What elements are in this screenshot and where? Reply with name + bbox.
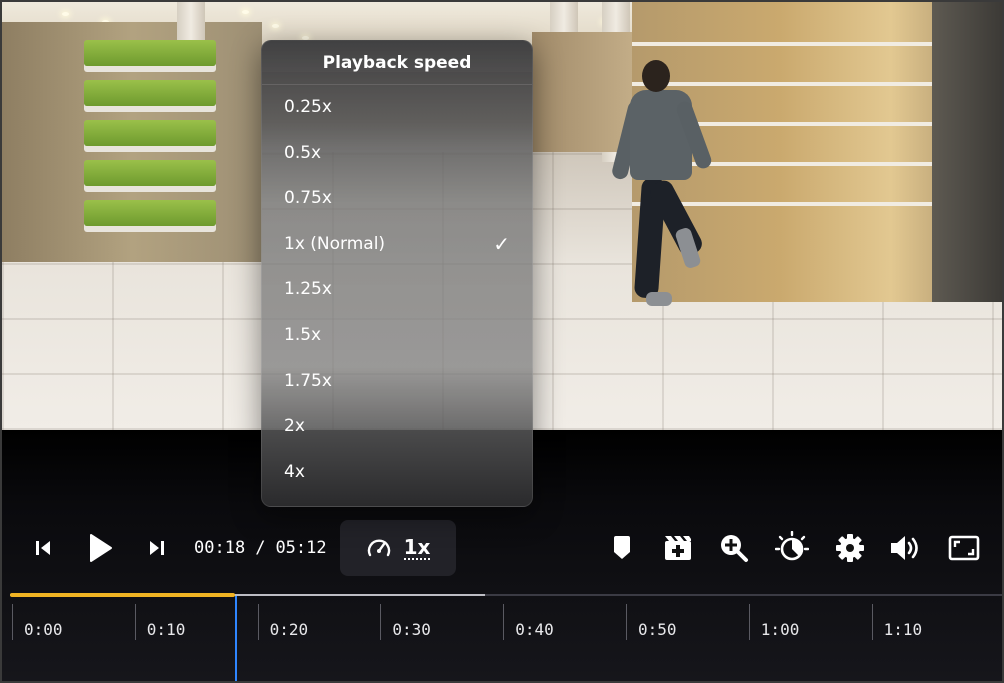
time-separator: / (255, 538, 266, 558)
speed-option-label: 2x (284, 416, 305, 437)
timeline-tick-label: 0:20 (269, 620, 309, 639)
speed-option[interactable]: 1x (Normal) ✓ (262, 222, 532, 268)
zoom-in-icon (721, 535, 748, 562)
video-player: Playback speed 0.25x 0.5x 0.75x 1x (Normal)… (0, 0, 1004, 683)
timeline-tick (626, 604, 627, 640)
gear-icon (836, 534, 864, 562)
timeline-tick (871, 604, 873, 640)
speed-option[interactable]: 0.75x (262, 176, 532, 222)
speed-option[interactable]: 2x (262, 404, 532, 450)
timeline-tick-label: 1:00 (760, 620, 800, 639)
check-icon: ✓ (493, 231, 510, 256)
step-forward-icon (150, 541, 164, 555)
play-button[interactable] (82, 528, 118, 568)
timeline-tick-label: 1:10 (883, 620, 923, 639)
time-display: 00:18 / 05:12 (194, 536, 327, 560)
timeline-tick (748, 604, 750, 640)
speed-option[interactable]: 1.5x (262, 313, 532, 359)
brightness-icon (775, 531, 809, 561)
video-running-person (610, 60, 720, 320)
zoom-button[interactable] (716, 530, 752, 566)
speed-option-label: 0.5x (284, 142, 322, 163)
speed-label: 1x (403, 535, 431, 560)
volume-icon (891, 536, 918, 560)
play-icon (90, 534, 112, 562)
speed-option[interactable]: 0.25x (262, 85, 532, 131)
speed-option[interactable]: 1.75x (262, 359, 532, 405)
played-bar (10, 593, 236, 597)
speed-option-label: 1x (Normal) (284, 233, 386, 254)
speed-option[interactable]: 1.25x (262, 267, 532, 313)
timeline-tick-label: 0:10 (146, 620, 186, 639)
speed-option-label: 1.75x (284, 370, 332, 391)
bookmark-button[interactable] (606, 530, 638, 566)
volume-button[interactable] (886, 530, 926, 566)
control-row: 00:18 / 05:12 1x (2, 518, 1002, 578)
current-time: 00:18 (194, 538, 246, 558)
fullscreen-icon (948, 535, 980, 561)
speed-option-label: 1.5x (284, 324, 322, 345)
brightness-button[interactable] (772, 528, 812, 568)
video-glass-wall (932, 2, 1002, 302)
speedometer-icon (367, 539, 390, 557)
speed-option-label: 0.75x (284, 188, 332, 209)
step-back-icon (36, 541, 50, 555)
playback-speed-button[interactable]: 1x (340, 520, 456, 576)
timeline-tick-label: 0:40 (515, 620, 554, 639)
speed-option-label: 4x (284, 461, 305, 482)
next-frame-button[interactable] (142, 532, 172, 564)
playback-speed-title: Playback speed (262, 41, 532, 85)
duration: 05:12 (275, 538, 327, 558)
playhead[interactable] (235, 596, 238, 681)
settings-button[interactable] (832, 530, 868, 566)
timeline-tick (380, 604, 382, 640)
timeline[interactable]: 0:00 0:10 0:20 0:30 0:40 0:50 1:00 1:10 (2, 592, 1002, 681)
playback-speed-menu: Playback speed 0.25x 0.5x 0.75x 1x (Normal)… (261, 40, 533, 507)
speed-options-list: 0.25x 0.5x 0.75x 1x (Normal) ✓ 1.25x 1.5x 1.75x… (262, 85, 532, 495)
timeline-tick-label: 0:50 (638, 620, 677, 639)
video-grass-display (84, 40, 224, 250)
speed-option-label: 1.25x (284, 279, 332, 300)
speed-option[interactable]: 4x (262, 450, 532, 496)
timeline-tick (257, 604, 259, 640)
speed-option-label: 0.25x (284, 97, 332, 117)
timeline-tick-label: 0:00 (24, 620, 63, 639)
timeline-tick (503, 604, 505, 640)
bookmark-icon (614, 536, 630, 559)
speed-option[interactable]: 0.5x (262, 131, 532, 177)
timeline-tick-label: 0:30 (392, 620, 431, 639)
fullscreen-button[interactable] (946, 530, 982, 566)
add-clip-button[interactable] (660, 530, 696, 566)
prev-frame-button[interactable] (28, 532, 58, 564)
timeline-tick (134, 604, 136, 640)
timeline-tick (12, 604, 13, 640)
add-clip-icon (665, 536, 691, 560)
